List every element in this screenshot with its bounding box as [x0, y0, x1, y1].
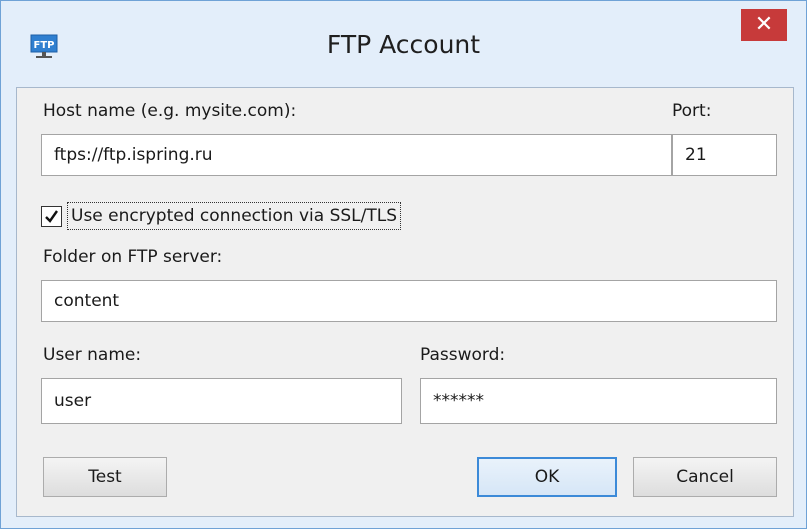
checkmark-icon [45, 209, 58, 223]
password-label: Password: [420, 345, 506, 365]
port-input[interactable] [672, 134, 777, 176]
ftp-account-dialog: FTP FTP Account ✕ Host name (e.g. mysite… [0, 0, 807, 529]
close-icon: ✕ [754, 12, 774, 37]
title-bar[interactable]: FTP FTP Account ✕ [1, 1, 806, 87]
ssl-checkbox-label[interactable]: Use encrypted connection via SSL/TLS [67, 202, 402, 230]
username-label: User name: [43, 345, 142, 365]
close-button[interactable]: ✕ [741, 9, 787, 41]
port-label: Port: [672, 101, 712, 121]
ssl-checkbox-row[interactable]: Use encrypted connection via SSL/TLS [41, 201, 402, 231]
folder-label: Folder on FTP server: [43, 247, 223, 267]
host-name-input[interactable] [41, 134, 672, 176]
test-button[interactable]: Test [43, 457, 167, 497]
username-input[interactable] [41, 378, 402, 424]
ok-button[interactable]: OK [477, 457, 617, 497]
host-name-label: Host name (e.g. mysite.com): [43, 101, 297, 121]
ssl-checkbox[interactable] [41, 205, 62, 227]
cancel-button[interactable]: Cancel [633, 457, 777, 497]
dialog-body: Host name (e.g. mysite.com): Port: Use e… [16, 87, 794, 517]
folder-input[interactable] [41, 280, 777, 322]
window-title: FTP Account [326, 30, 481, 59]
password-input[interactable] [420, 378, 777, 424]
